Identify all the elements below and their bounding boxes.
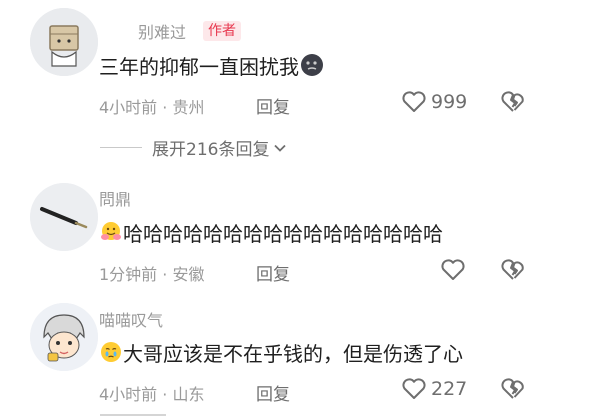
broken-heart-icon[interactable] <box>500 258 526 282</box>
like-button[interactable]: 999 <box>401 90 467 114</box>
reply-button[interactable]: 回复 <box>256 260 290 285</box>
comment-time: 4小时前 <box>99 98 158 117</box>
comment-location: 山东 <box>172 385 205 404</box>
comment-text-content: 大哥应该是不在乎钱的，但是伤透了心 <box>123 342 463 366</box>
like-count: 227 <box>431 378 468 400</box>
reply-button[interactable]: 回复 <box>256 380 290 405</box>
separator-dot: · <box>162 98 168 117</box>
expand-replies-button[interactable]: 展开216条回复 <box>100 135 287 160</box>
divider-line <box>100 147 142 148</box>
like-button[interactable]: 227 <box>401 377 467 401</box>
hug-emoji <box>99 220 123 251</box>
chevron-down-icon <box>273 141 287 155</box>
heart-outline-icon <box>401 377 427 401</box>
comment-text: 哈哈哈哈哈哈哈哈哈哈哈哈哈哈哈哈 <box>99 220 443 251</box>
comment-time: 1分钟前 <box>99 265 158 284</box>
username[interactable]: 喵喵叹气 <box>99 307 163 331</box>
expand-replies-label: 展开216条回复 <box>152 140 270 160</box>
comment-text-content: 三年的抑郁一直困扰我 <box>99 55 299 79</box>
separator-dot: · <box>162 385 168 404</box>
username[interactable]: 問鼎 <box>99 186 131 210</box>
comment-meta: 1分钟前 · 安徽 <box>99 261 204 285</box>
heart-outline-icon[interactable] <box>440 258 466 282</box>
comment-text: 三年的抑郁一直困扰我 <box>99 52 325 85</box>
comment-text: 大哥应该是不在乎钱的，但是伤透了心 <box>99 340 463 371</box>
avatar[interactable] <box>30 183 98 251</box>
author-badge: 作者 <box>203 21 241 41</box>
separator-dot: · <box>162 265 168 284</box>
reply-button[interactable]: 回复 <box>256 93 290 118</box>
comment-meta: 4小时前 · 山东 <box>99 381 204 405</box>
broken-heart-icon[interactable] <box>500 377 526 401</box>
username[interactable]: 别难过 <box>138 19 186 43</box>
crying-emoji <box>99 340 123 371</box>
avatar[interactable] <box>30 8 98 76</box>
comment-location: 安徽 <box>172 265 205 284</box>
heart-outline-icon <box>401 90 427 114</box>
comment-location: 贵州 <box>172 98 205 117</box>
comment-text-content: 哈哈哈哈哈哈哈哈哈哈哈哈哈哈哈哈 <box>123 222 443 246</box>
like-count: 999 <box>431 91 468 113</box>
expand-replies-hint-line <box>100 414 166 416</box>
dark-moon-emoji <box>299 52 325 85</box>
avatar[interactable] <box>30 303 98 371</box>
broken-heart-icon[interactable] <box>500 90 526 114</box>
comment-time: 4小时前 <box>99 385 158 404</box>
comment-meta: 4小时前 · 贵州 <box>99 94 204 118</box>
